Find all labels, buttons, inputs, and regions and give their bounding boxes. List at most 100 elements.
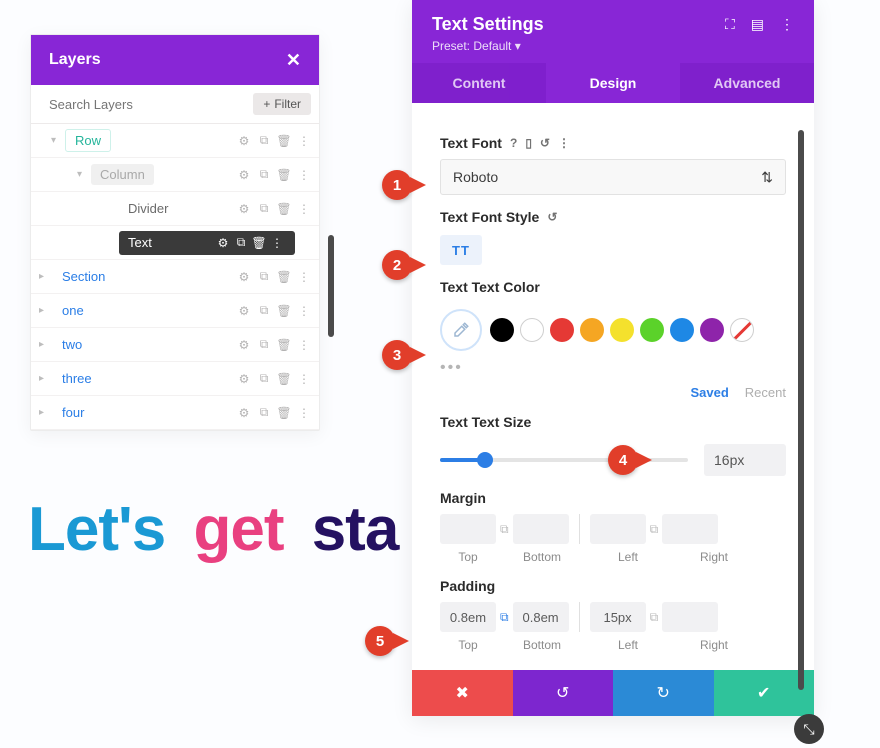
tab-design[interactable]: Design	[546, 63, 680, 103]
caret-icon[interactable]: ▾	[77, 169, 91, 180]
duplicate-icon[interactable]: ⧉	[232, 234, 250, 252]
padding-left-input[interactable]: 15px	[590, 602, 646, 632]
help-icon[interactable]: ?	[510, 136, 517, 150]
saved-tab[interactable]: Saved	[690, 385, 728, 400]
margin-top-input[interactable]	[440, 514, 496, 544]
tab-content[interactable]: Content	[412, 63, 546, 103]
font-select[interactable]: Roboto ⇅	[440, 159, 786, 195]
caret-icon[interactable]: ▸	[39, 407, 53, 418]
more-icon[interactable]: ⋮	[295, 268, 313, 286]
duplicate-icon[interactable]: ⧉	[255, 336, 273, 354]
link-icon[interactable]: ⧉	[650, 522, 659, 537]
caret-icon[interactable]: ▸	[39, 305, 53, 316]
gear-icon[interactable]: ⚙	[235, 370, 253, 388]
trash-icon[interactable]: 🗑	[275, 336, 293, 354]
gear-icon[interactable]: ⚙	[214, 234, 232, 252]
gear-icon[interactable]: ⚙	[235, 132, 253, 150]
trash-icon[interactable]: 🗑	[275, 166, 293, 184]
gear-icon[interactable]: ⚙	[235, 336, 253, 354]
layer-row[interactable]: ▾Column⚙⧉🗑⋮	[31, 158, 319, 192]
more-icon[interactable]: ⋮	[295, 132, 313, 150]
padding-bottom-input[interactable]: 0.8em	[513, 602, 569, 632]
layer-row[interactable]: Divider⚙⧉🗑⋮	[31, 192, 319, 226]
more-icon[interactable]: ⋮	[780, 16, 794, 33]
more-icon[interactable]: ⋮	[295, 302, 313, 320]
gear-icon[interactable]: ⚙	[235, 302, 253, 320]
reset-icon[interactable]: ↺	[547, 210, 557, 224]
duplicate-icon[interactable]: ⧉	[255, 132, 273, 150]
search-input[interactable]	[49, 97, 253, 112]
layer-row[interactable]: ▸Section⚙⧉🗑⋮	[31, 260, 319, 294]
more-icon[interactable]: ⋮	[295, 336, 313, 354]
color-swatch[interactable]	[520, 318, 544, 342]
gear-icon[interactable]: ⚙	[235, 166, 253, 184]
link-icon[interactable]: ⧉	[650, 610, 659, 625]
more-icon[interactable]: ⋮	[295, 200, 313, 218]
layout-icon[interactable]: ▤	[751, 16, 764, 33]
tab-advanced[interactable]: Advanced	[680, 63, 814, 103]
margin-bottom-input[interactable]	[513, 514, 569, 544]
filter-button[interactable]: + Filter	[253, 93, 311, 115]
expand-icon[interactable]: ⛶	[725, 16, 735, 33]
color-swatch[interactable]	[610, 318, 634, 342]
duplicate-icon[interactable]: ⧉	[255, 166, 273, 184]
link-icon[interactable]: ⧉	[500, 610, 509, 625]
trash-icon[interactable]: 🗑	[275, 268, 293, 286]
more-icon[interactable]: ⋮	[268, 234, 286, 252]
preset-selector[interactable]: Preset: Default ▾	[432, 39, 794, 53]
layer-row[interactable]: ▸one⚙⧉🗑⋮	[31, 294, 319, 328]
close-icon[interactable]: ✕	[286, 50, 301, 71]
layer-row[interactable]: Text⚙⧉🗑⋮	[31, 226, 319, 260]
duplicate-icon[interactable]: ⧉	[255, 200, 273, 218]
more-icon[interactable]: ⋮	[295, 166, 313, 184]
layer-row[interactable]: ▾Row⚙⧉🗑⋮	[31, 124, 319, 158]
eyedropper-button[interactable]	[440, 309, 482, 351]
color-swatch[interactable]	[670, 318, 694, 342]
recent-tab[interactable]: Recent	[745, 385, 786, 400]
margin-left-input[interactable]	[590, 514, 646, 544]
padding-right-input[interactable]	[662, 602, 718, 632]
padding-top-input[interactable]: 0.8em	[440, 602, 496, 632]
more-colors[interactable]: •••	[440, 359, 786, 377]
trash-icon[interactable]: 🗑	[250, 234, 268, 252]
color-swatch[interactable]	[700, 318, 724, 342]
uppercase-toggle[interactable]: TT	[440, 235, 482, 265]
color-swatch[interactable]	[550, 318, 574, 342]
link-icon[interactable]: ⧉	[500, 522, 509, 537]
size-input[interactable]: 16px	[704, 444, 786, 476]
duplicate-icon[interactable]: ⧉	[255, 268, 273, 286]
caret-icon[interactable]: ▸	[39, 271, 53, 282]
scrollbar[interactable]	[328, 235, 334, 337]
trash-icon[interactable]: 🗑	[275, 404, 293, 422]
device-icon[interactable]: ▯	[525, 136, 532, 150]
reset-icon[interactable]: ↺	[540, 136, 550, 150]
duplicate-icon[interactable]: ⧉	[255, 370, 273, 388]
layer-row[interactable]: ▸four⚙⧉🗑⋮	[31, 396, 319, 430]
more-icon[interactable]: ⋮	[295, 404, 313, 422]
caret-icon[interactable]: ▸	[39, 339, 53, 350]
trash-icon[interactable]: 🗑	[275, 370, 293, 388]
caret-icon[interactable]: ▾	[51, 135, 65, 146]
color-swatch[interactable]	[580, 318, 604, 342]
color-transparent[interactable]	[730, 318, 754, 342]
gear-icon[interactable]: ⚙	[235, 268, 253, 286]
caret-icon[interactable]: ▸	[39, 373, 53, 384]
gear-icon[interactable]: ⚙	[235, 200, 253, 218]
margin-right-input[interactable]	[662, 514, 718, 544]
color-swatch[interactable]	[640, 318, 664, 342]
layer-row[interactable]: ▸two⚙⧉🗑⋮	[31, 328, 319, 362]
duplicate-icon[interactable]: ⧉	[255, 404, 273, 422]
more-icon[interactable]: ⋮	[558, 136, 570, 150]
duplicate-icon[interactable]: ⧉	[255, 302, 273, 320]
cancel-button[interactable]: ✖	[412, 670, 513, 716]
scrollbar[interactable]	[798, 130, 804, 690]
trash-icon[interactable]: 🗑	[275, 200, 293, 218]
redo-button[interactable]: ↻	[613, 670, 714, 716]
layer-row[interactable]: ▸three⚙⧉🗑⋮	[31, 362, 319, 396]
more-icon[interactable]: ⋮	[295, 370, 313, 388]
undo-button[interactable]: ↺	[513, 670, 614, 716]
gear-icon[interactable]: ⚙	[235, 404, 253, 422]
color-swatch[interactable]	[490, 318, 514, 342]
resize-fab[interactable]: ⤡	[794, 714, 824, 744]
trash-icon[interactable]: 🗑	[275, 132, 293, 150]
